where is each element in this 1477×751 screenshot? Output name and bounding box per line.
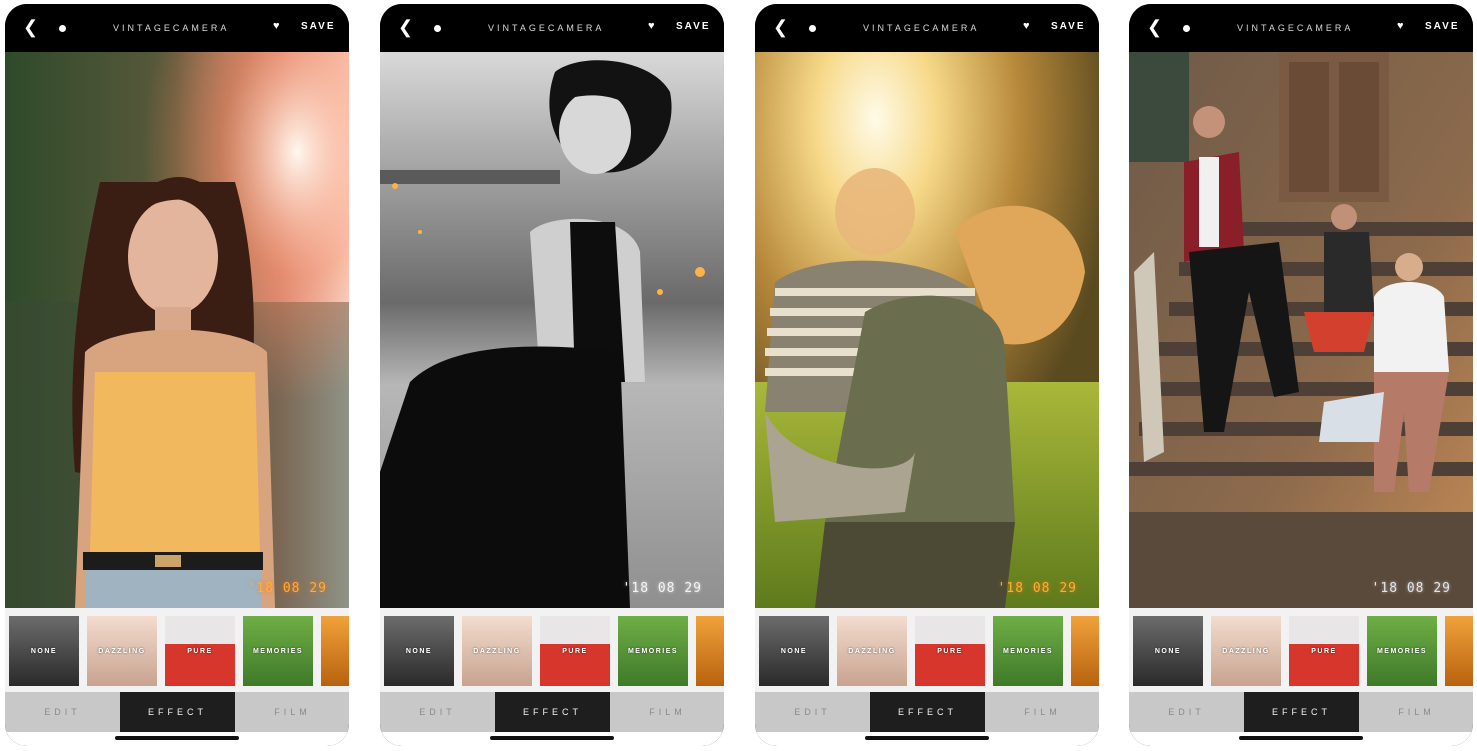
filter-none[interactable]: NONE [759,616,829,686]
top-bar: ❮ VINTAGECAMERA ♥ SAVE [5,4,349,52]
save-button[interactable]: SAVE [676,21,711,32]
filter-none[interactable]: NONE [384,616,454,686]
filter-pure[interactable]: PURE [1289,616,1359,686]
date-stamp: '18 08 29 [622,581,702,596]
phone-screen-2: ❮ VINTAGECAMERA ♥ SAVE '18 08 29 NONE DA… [380,4,724,746]
mode-tabs: EDIT EFFECT FILM [380,692,724,732]
mode-tabs: EDIT EFFECT FILM [1129,692,1473,732]
dot-icon [809,25,816,32]
app-title: VINTAGECAMERA [1237,23,1354,33]
back-icon[interactable]: ❮ [398,18,413,36]
tab-film[interactable]: FILM [985,692,1099,732]
tab-effect[interactable]: EFFECT [120,692,235,732]
tab-film[interactable]: FILM [235,692,349,732]
tab-film[interactable]: FILM [1359,692,1473,732]
app-title: VINTAGECAMERA [113,23,230,33]
tab-edit[interactable]: EDIT [755,692,870,732]
date-stamp: '18 08 29 [247,581,327,596]
dot-icon [434,25,441,32]
filter-dazzling[interactable]: DAZZLING [837,616,907,686]
top-bar: ❮ VINTAGECAMERA ♥ SAVE [1129,4,1473,52]
app-title: VINTAGECAMERA [863,23,980,33]
home-indicator-area [755,732,1099,746]
filter-strip: NONE DAZZLING PURE MEMORIES SU [5,608,349,692]
heart-icon[interactable]: ♥ [1023,20,1030,32]
dot-icon [59,25,66,32]
date-stamp: '18 08 29 [997,581,1077,596]
top-bar: ❮ VINTAGECAMERA ♥ SAVE [755,4,1099,52]
filter-pure[interactable]: PURE [165,616,235,686]
home-indicator-area [1129,732,1473,746]
date-stamp: '18 08 29 [1371,581,1451,596]
tab-film[interactable]: FILM [610,692,724,732]
filter-dazzling[interactable]: DAZZLING [1211,616,1281,686]
filter-strip: NONE DAZZLING PURE MEMORIES SU [380,608,724,692]
filter-dazzling[interactable]: DAZZLING [87,616,157,686]
filter-su[interactable]: SU [1445,616,1473,686]
heart-icon[interactable]: ♥ [273,20,280,32]
heart-icon[interactable]: ♥ [648,20,655,32]
tab-edit[interactable]: EDIT [380,692,495,732]
save-button[interactable]: SAVE [1051,21,1086,32]
back-icon[interactable]: ❮ [1147,18,1162,36]
home-indicator[interactable] [1239,736,1363,740]
save-button[interactable]: SAVE [1425,21,1460,32]
home-indicator[interactable] [115,736,239,740]
filter-memories[interactable]: MEMORIES [618,616,688,686]
heart-icon[interactable]: ♥ [1397,20,1404,32]
tab-effect[interactable]: EFFECT [495,692,610,732]
filter-su[interactable]: SU [1071,616,1099,686]
app-title: VINTAGECAMERA [488,23,605,33]
filter-none[interactable]: NONE [1133,616,1203,686]
dot-icon [1183,25,1190,32]
mode-tabs: EDIT EFFECT FILM [5,692,349,732]
top-bar: ❮ VINTAGECAMERA ♥ SAVE [380,4,724,52]
back-icon[interactable]: ❮ [23,18,38,36]
photo-preview: '18 08 29 [5,52,349,608]
back-icon[interactable]: ❮ [773,18,788,36]
save-button[interactable]: SAVE [301,21,336,32]
home-indicator[interactable] [490,736,614,740]
phone-screen-1: ❮ VINTAGECAMERA ♥ SAVE '18 08 29 NONE DA… [5,4,349,746]
filter-none[interactable]: NONE [9,616,79,686]
home-indicator[interactable] [865,736,989,740]
photo-preview: '18 08 29 [1129,52,1473,608]
tab-edit[interactable]: EDIT [5,692,120,732]
filter-strip: NONE DAZZLING PURE MEMORIES SU [755,608,1099,692]
home-indicator-area [5,732,349,746]
tab-edit[interactable]: EDIT [1129,692,1244,732]
filter-pure[interactable]: PURE [540,616,610,686]
tab-effect[interactable]: EFFECT [870,692,985,732]
filter-memories[interactable]: MEMORIES [243,616,313,686]
phone-screen-4: ❮ VINTAGECAMERA ♥ SAVE '18 08 29 NONE DA… [1129,4,1473,746]
tab-effect[interactable]: EFFECT [1244,692,1359,732]
photo-preview: '18 08 29 [380,52,724,608]
filter-su[interactable]: SU [321,616,349,686]
filter-pure[interactable]: PURE [915,616,985,686]
filter-memories[interactable]: MEMORIES [993,616,1063,686]
filter-dazzling[interactable]: DAZZLING [462,616,532,686]
filter-memories[interactable]: MEMORIES [1367,616,1437,686]
photo-preview: '18 08 29 [755,52,1099,608]
filter-su[interactable]: SU [696,616,724,686]
filter-strip: NONE DAZZLING PURE MEMORIES SU [1129,608,1473,692]
mode-tabs: EDIT EFFECT FILM [755,692,1099,732]
home-indicator-area [380,732,724,746]
phone-screen-3: ❮ VINTAGECAMERA ♥ SAVE '18 08 29 NONE DA… [755,4,1099,746]
